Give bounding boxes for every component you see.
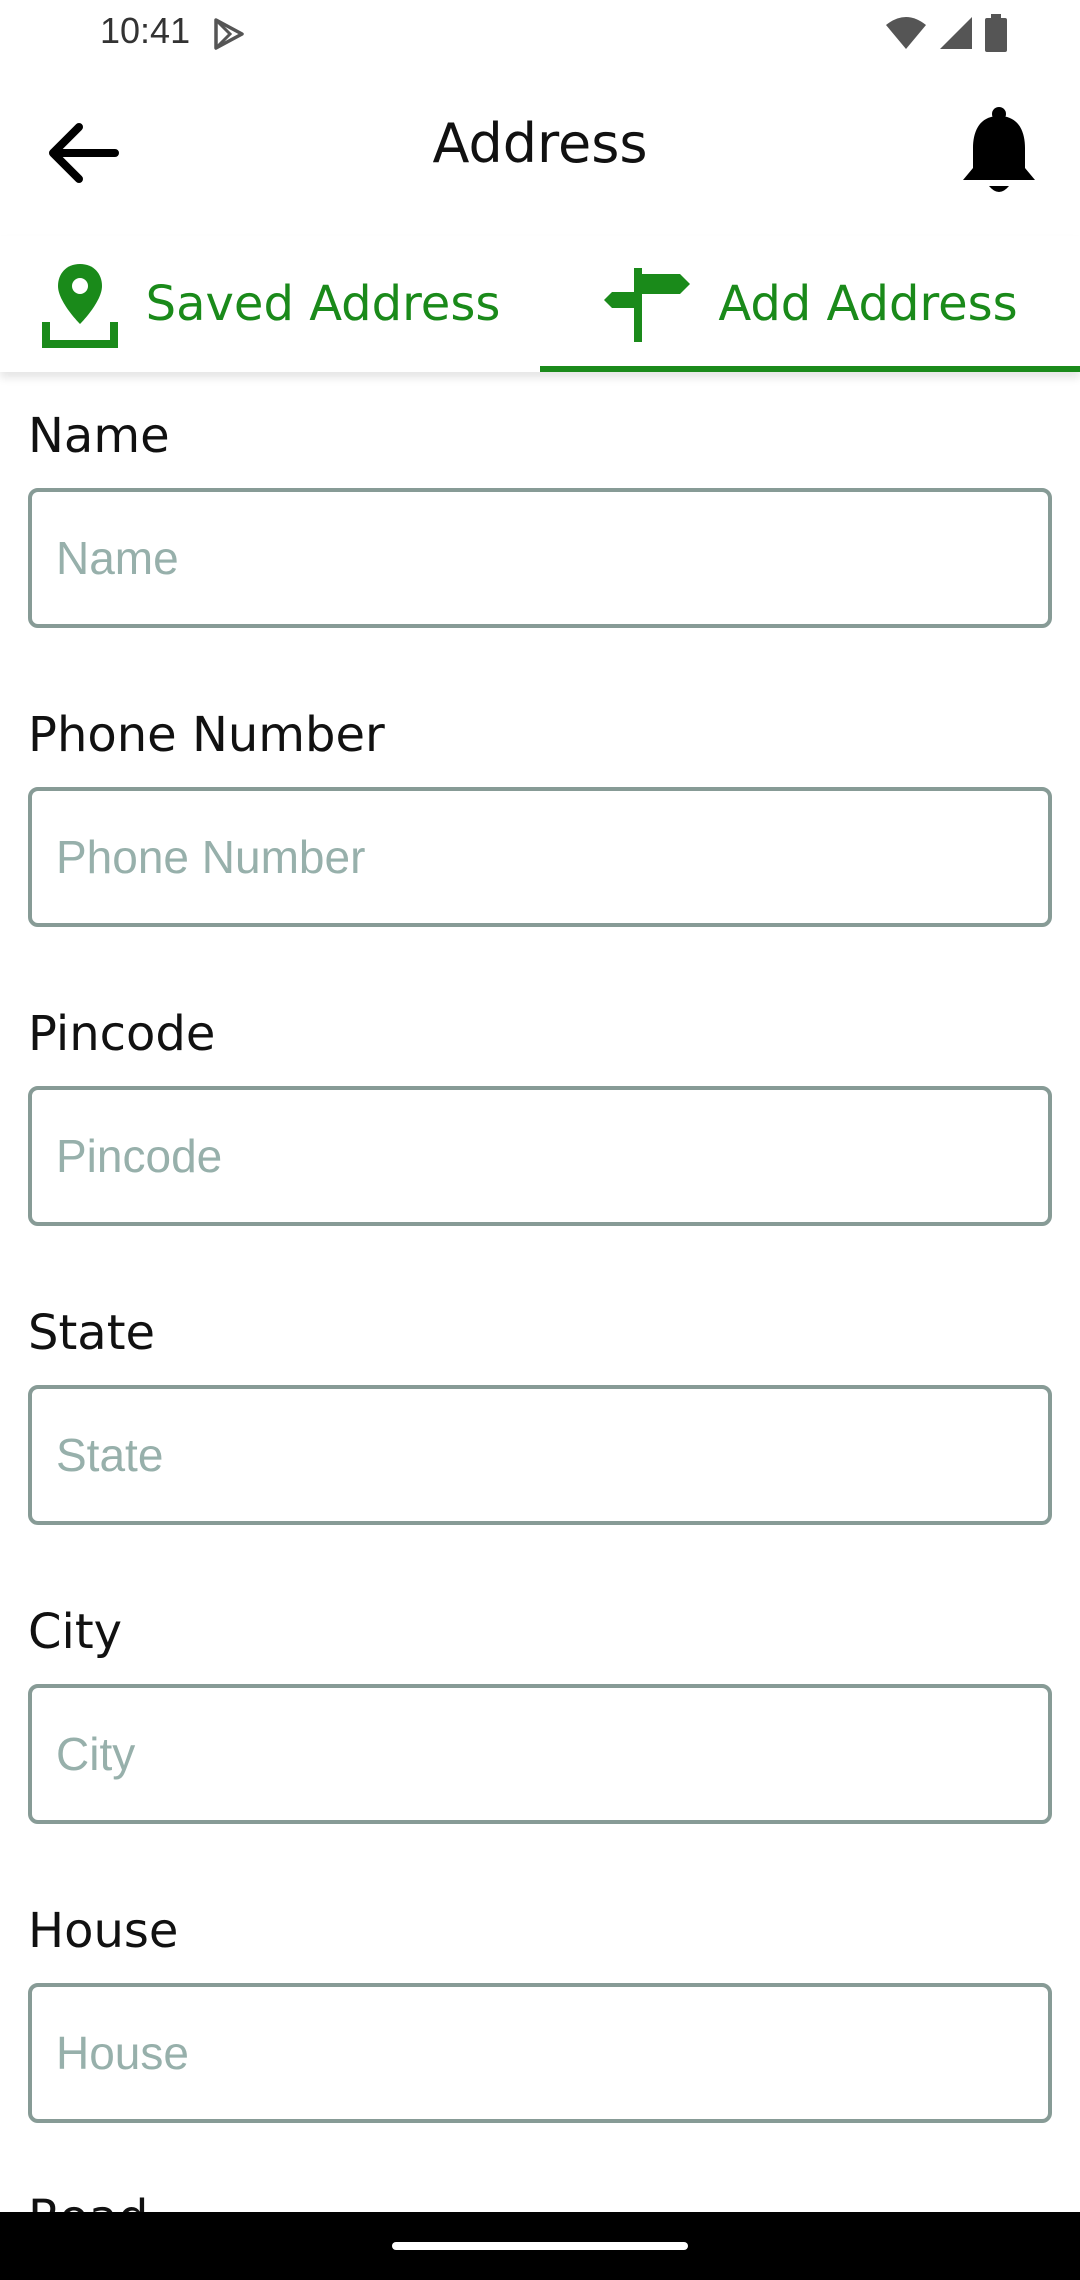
pincode-input[interactable] — [28, 1086, 1052, 1226]
add-address-form: Name Phone Number Pincode State City Hou… — [28, 392, 1052, 2186]
city-label: City — [28, 1604, 123, 1660]
tab-saved-address[interactable]: Saved Address — [0, 236, 540, 372]
home-indicator[interactable] — [392, 2242, 688, 2250]
name-label: Name — [28, 408, 170, 464]
address-tabs: Saved Address Add Address — [0, 236, 1080, 372]
name-input[interactable] — [28, 488, 1052, 628]
page-title: Address — [432, 112, 648, 175]
status-icons — [884, 14, 1008, 52]
bell-icon — [963, 107, 1035, 192]
pincode-field: Pincode — [28, 990, 1052, 1289]
battery-icon — [985, 14, 1007, 52]
status-time: 10:41 — [100, 10, 191, 51]
signpost-icon — [604, 268, 691, 342]
house-input[interactable] — [28, 1983, 1052, 2123]
system-nav-bar — [0, 2212, 1080, 2280]
app-bar: Address — [0, 66, 1080, 236]
phone-number-label: Phone Number — [28, 707, 385, 763]
notification-button[interactable] — [954, 102, 1044, 202]
pincode-label: Pincode — [28, 1006, 216, 1062]
tab-add-address-label: Add Address — [718, 276, 1018, 332]
map-pin-icon — [41, 264, 118, 348]
state-label: State — [28, 1305, 156, 1361]
signal-icon — [940, 17, 972, 49]
phone-number-input[interactable] — [28, 787, 1052, 927]
state-input[interactable] — [28, 1385, 1052, 1525]
wifi-icon — [886, 17, 926, 49]
name-field: Name — [28, 392, 1052, 691]
status-bar: 10:41 — [0, 0, 1080, 66]
house-label: House — [28, 1903, 179, 1959]
house-field: House — [28, 1887, 1052, 2186]
phone-number-field: Phone Number — [28, 691, 1052, 990]
city-field: City — [28, 1588, 1052, 1887]
state-field: State — [28, 1289, 1052, 1588]
city-input[interactable] — [28, 1684, 1052, 1824]
play-store-icon — [214, 18, 244, 50]
tab-add-address[interactable]: Add Address — [540, 236, 1080, 372]
tab-saved-address-label: Saved Address — [145, 276, 501, 332]
